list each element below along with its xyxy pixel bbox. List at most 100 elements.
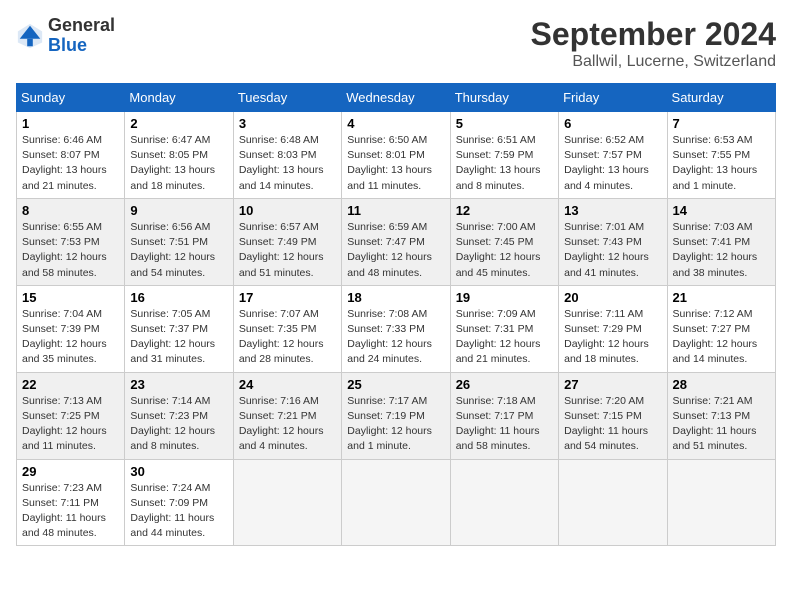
day-number: 15 xyxy=(22,290,119,305)
day-info: Sunrise: 7:03 AM Sunset: 7:41 PM Dayligh… xyxy=(673,220,770,281)
weekday-header-monday: Monday xyxy=(125,84,233,112)
title-block: September 2024 Ballwil, Lucerne, Switzer… xyxy=(531,16,776,71)
day-info: Sunrise: 7:12 AM Sunset: 7:27 PM Dayligh… xyxy=(673,307,770,368)
calendar-cell: 20Sunrise: 7:11 AM Sunset: 7:29 PM Dayli… xyxy=(559,285,667,372)
day-number: 6 xyxy=(564,116,661,131)
calendar-cell: 4 Sunrise: 6:50 AM Sunset: 8:01 PM Daylig… xyxy=(342,112,450,199)
calendar-cell xyxy=(233,459,341,546)
day-info: Sunrise: 7:14 AM Sunset: 7:23 PM Dayligh… xyxy=(130,394,227,455)
day-number: 18 xyxy=(347,290,444,305)
calendar-week-1: 1 Sunrise: 6:46 AM Sunset: 8:07 PM Daylig… xyxy=(17,112,776,199)
page-header: General Blue September 2024 Ballwil, Luc… xyxy=(16,16,776,71)
location-subtitle: Ballwil, Lucerne, Switzerland xyxy=(531,53,776,71)
calendar-cell: 26 Sunrise: 7:18 AM Sunset: 7:17 PM Dayli… xyxy=(450,372,558,459)
day-info: Sunrise: 7:08 AM Sunset: 7:33 PM Dayligh… xyxy=(347,307,444,368)
day-info: Sunrise: 7:20 AM Sunset: 7:15 PM Dayligh… xyxy=(564,394,661,455)
day-number: 16 xyxy=(130,290,227,305)
calendar-week-4: 22 Sunrise: 7:13 AM Sunset: 7:25 PM Dayli… xyxy=(17,372,776,459)
calendar-cell: 8 Sunrise: 6:55 AM Sunset: 7:53 PM Daylig… xyxy=(17,198,125,285)
calendar-cell: 18 Sunrise: 7:08 AM Sunset: 7:33 PM Dayli… xyxy=(342,285,450,372)
calendar-cell: 30Sunrise: 7:24 AM Sunset: 7:09 PM Dayli… xyxy=(125,459,233,546)
day-info: Sunrise: 7:09 AM Sunset: 7:31 PM Dayligh… xyxy=(456,307,553,368)
day-number: 30 xyxy=(130,464,227,479)
calendar-cell: 2Sunrise: 6:47 AM Sunset: 8:05 PM Daylig… xyxy=(125,112,233,199)
weekday-header-thursday: Thursday xyxy=(450,84,558,112)
weekday-header-sunday: Sunday xyxy=(17,84,125,112)
day-number: 14 xyxy=(673,203,770,218)
day-number: 2 xyxy=(130,116,227,131)
day-number: 5 xyxy=(456,116,553,131)
day-info: Sunrise: 7:21 AM Sunset: 7:13 PM Dayligh… xyxy=(673,394,770,455)
day-info: Sunrise: 6:53 AM Sunset: 7:55 PM Dayligh… xyxy=(673,133,770,194)
calendar-week-5: 29 Sunrise: 7:23 AM Sunset: 7:11 PM Dayli… xyxy=(17,459,776,546)
day-info: Sunrise: 7:05 AM Sunset: 7:37 PM Dayligh… xyxy=(130,307,227,368)
day-number: 12 xyxy=(456,203,553,218)
calendar-cell: 15 Sunrise: 7:04 AM Sunset: 7:39 PM Dayli… xyxy=(17,285,125,372)
day-info: Sunrise: 7:04 AM Sunset: 7:39 PM Dayligh… xyxy=(22,307,119,368)
day-number: 21 xyxy=(673,290,770,305)
day-info: Sunrise: 6:46 AM Sunset: 8:07 PM Dayligh… xyxy=(22,133,119,194)
day-info: Sunrise: 6:50 AM Sunset: 8:01 PM Dayligh… xyxy=(347,133,444,194)
day-info: Sunrise: 6:56 AM Sunset: 7:51 PM Dayligh… xyxy=(130,220,227,281)
day-number: 17 xyxy=(239,290,336,305)
day-info: Sunrise: 6:57 AM Sunset: 7:49 PM Dayligh… xyxy=(239,220,336,281)
calendar-cell: 27 Sunrise: 7:20 AM Sunset: 7:15 PM Dayli… xyxy=(559,372,667,459)
day-info: Sunrise: 7:07 AM Sunset: 7:35 PM Dayligh… xyxy=(239,307,336,368)
calendar-cell: 23Sunrise: 7:14 AM Sunset: 7:23 PM Dayli… xyxy=(125,372,233,459)
day-number: 1 xyxy=(22,116,119,131)
day-info: Sunrise: 7:18 AM Sunset: 7:17 PM Dayligh… xyxy=(456,394,553,455)
calendar-cell: 25Sunrise: 7:17 AM Sunset: 7:19 PM Dayli… xyxy=(342,372,450,459)
day-number: 3 xyxy=(239,116,336,131)
day-info: Sunrise: 7:13 AM Sunset: 7:25 PM Dayligh… xyxy=(22,394,119,455)
calendar-cell: 10Sunrise: 6:57 AM Sunset: 7:49 PM Dayli… xyxy=(233,198,341,285)
calendar-cell: 21 Sunrise: 7:12 AM Sunset: 7:27 PM Dayli… xyxy=(667,285,775,372)
calendar-cell: 6Sunrise: 6:52 AM Sunset: 7:57 PM Daylig… xyxy=(559,112,667,199)
calendar-cell: 28 Sunrise: 7:21 AM Sunset: 7:13 PM Dayli… xyxy=(667,372,775,459)
calendar-cell xyxy=(450,459,558,546)
day-number: 26 xyxy=(456,377,553,392)
day-number: 28 xyxy=(673,377,770,392)
calendar-cell: 12 Sunrise: 7:00 AM Sunset: 7:45 PM Dayli… xyxy=(450,198,558,285)
day-info: Sunrise: 6:55 AM Sunset: 7:53 PM Dayligh… xyxy=(22,220,119,281)
calendar-cell: 22 Sunrise: 7:13 AM Sunset: 7:25 PM Dayli… xyxy=(17,372,125,459)
day-number: 19 xyxy=(456,290,553,305)
day-number: 22 xyxy=(22,377,119,392)
calendar-cell xyxy=(342,459,450,546)
calendar-cell: 19 Sunrise: 7:09 AM Sunset: 7:31 PM Dayli… xyxy=(450,285,558,372)
calendar-table: SundayMondayTuesdayWednesdayThursdayFrid… xyxy=(16,83,776,546)
weekday-header-wednesday: Wednesday xyxy=(342,84,450,112)
calendar-cell: 7Sunrise: 6:53 AM Sunset: 7:55 PM Daylig… xyxy=(667,112,775,199)
day-info: Sunrise: 7:11 AM Sunset: 7:29 PM Dayligh… xyxy=(564,307,661,368)
logo-icon xyxy=(16,22,44,50)
logo: General Blue xyxy=(16,16,115,56)
logo-text: General Blue xyxy=(48,16,115,56)
day-info: Sunrise: 7:01 AM Sunset: 7:43 PM Dayligh… xyxy=(564,220,661,281)
weekday-header-tuesday: Tuesday xyxy=(233,84,341,112)
day-info: Sunrise: 6:48 AM Sunset: 8:03 PM Dayligh… xyxy=(239,133,336,194)
calendar-cell: 24 Sunrise: 7:16 AM Sunset: 7:21 PM Dayli… xyxy=(233,372,341,459)
calendar-week-3: 15 Sunrise: 7:04 AM Sunset: 7:39 PM Dayli… xyxy=(17,285,776,372)
day-number: 4 xyxy=(347,116,444,131)
calendar-cell xyxy=(667,459,775,546)
calendar-cell: 13Sunrise: 7:01 AM Sunset: 7:43 PM Dayli… xyxy=(559,198,667,285)
calendar-cell: 17 Sunrise: 7:07 AM Sunset: 7:35 PM Dayli… xyxy=(233,285,341,372)
day-number: 29 xyxy=(22,464,119,479)
day-number: 27 xyxy=(564,377,661,392)
calendar-cell: 16 Sunrise: 7:05 AM Sunset: 7:37 PM Dayli… xyxy=(125,285,233,372)
calendar-cell: 29 Sunrise: 7:23 AM Sunset: 7:11 PM Dayli… xyxy=(17,459,125,546)
day-info: Sunrise: 7:16 AM Sunset: 7:21 PM Dayligh… xyxy=(239,394,336,455)
weekday-header-saturday: Saturday xyxy=(667,84,775,112)
day-number: 24 xyxy=(239,377,336,392)
day-info: Sunrise: 7:23 AM Sunset: 7:11 PM Dayligh… xyxy=(22,481,119,542)
calendar-cell: 5 Sunrise: 6:51 AM Sunset: 7:59 PM Daylig… xyxy=(450,112,558,199)
day-info: Sunrise: 7:00 AM Sunset: 7:45 PM Dayligh… xyxy=(456,220,553,281)
calendar-cell: 14 Sunrise: 7:03 AM Sunset: 7:41 PM Dayli… xyxy=(667,198,775,285)
weekday-header-friday: Friday xyxy=(559,84,667,112)
day-number: 25 xyxy=(347,377,444,392)
day-info: Sunrise: 6:51 AM Sunset: 7:59 PM Dayligh… xyxy=(456,133,553,194)
calendar-cell: 9 Sunrise: 6:56 AM Sunset: 7:51 PM Daylig… xyxy=(125,198,233,285)
day-number: 11 xyxy=(347,203,444,218)
calendar-cell: 3 Sunrise: 6:48 AM Sunset: 8:03 PM Daylig… xyxy=(233,112,341,199)
day-number: 8 xyxy=(22,203,119,218)
day-number: 9 xyxy=(130,203,227,218)
